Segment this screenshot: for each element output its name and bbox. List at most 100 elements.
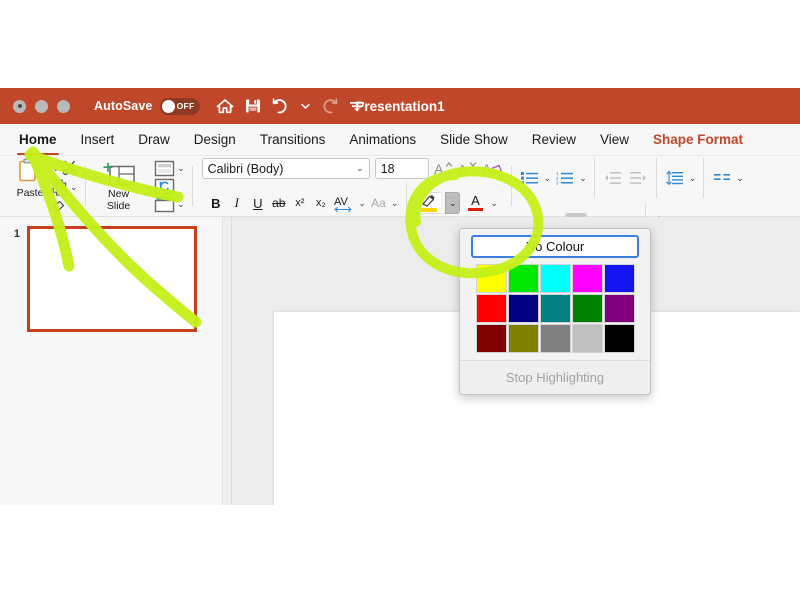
paste-button[interactable]: Paste <box>8 158 52 199</box>
underline-label: U <box>253 195 263 211</box>
tab-review[interactable]: Review <box>520 124 588 155</box>
tab-review-label: Review <box>531 132 576 147</box>
undo-icon[interactable] <box>272 98 290 114</box>
bold-button[interactable]: B <box>207 193 224 213</box>
tab-animations[interactable]: Animations <box>337 124 428 155</box>
swatch-violet[interactable] <box>603 294 635 323</box>
decrease-font-size-icon[interactable]: A <box>458 159 477 179</box>
copy-chevron-down-icon[interactable]: ⌄ <box>70 182 78 193</box>
tab-transitions[interactable]: Transitions <box>248 124 338 155</box>
swatch-gray-50[interactable] <box>539 324 571 353</box>
save-icon[interactable] <box>245 98 261 114</box>
new-slide-button[interactable]: New Slide <box>93 160 145 212</box>
swatch-dark-yellow[interactable] <box>507 324 539 353</box>
panel-divider[interactable] <box>222 217 232 505</box>
autosave-toggle[interactable]: OFF <box>160 97 201 115</box>
customize-toolbar-icon[interactable] <box>349 100 365 112</box>
change-case-chevron-down-icon[interactable]: ⌄ <box>391 198 399 209</box>
font-name-chevron-down-icon[interactable]: ⌄ <box>356 163 364 174</box>
scissors-icon[interactable] <box>62 160 78 176</box>
minimize-button[interactable] <box>35 99 48 113</box>
increase-font-size-icon[interactable]: A <box>434 159 453 179</box>
new-slide-chevron-down-icon[interactable]: ⌄ <box>145 181 153 192</box>
tab-slide-show[interactable]: Slide Show <box>428 124 520 155</box>
font-color-chevron-down-icon[interactable]: ⌄ <box>490 198 498 209</box>
text-highlight-color-button[interactable] <box>415 192 442 214</box>
reset-slide-icon[interactable] <box>154 178 175 195</box>
tab-design[interactable]: Design <box>182 124 248 155</box>
numbered-list-icon[interactable]: 123 <box>554 168 576 189</box>
copy-icon[interactable] <box>52 179 68 196</box>
swatch-black[interactable] <box>603 324 635 353</box>
new-slide-label: New Slide <box>107 188 130 212</box>
paste-label: Paste <box>16 187 44 199</box>
character-spacing-chevron-down-icon[interactable]: ⌄ <box>358 198 366 209</box>
change-case-icon[interactable]: Aa <box>370 193 387 213</box>
ribbon-tab-bar: Home Insert Draw Design Transitions Anim… <box>0 124 800 156</box>
line-spacing-icon[interactable] <box>664 168 686 189</box>
no-colour-button[interactable]: No Colour <box>471 235 639 258</box>
clipboard-mini-buttons: ⌄ ⌄ <box>52 158 78 214</box>
clear-formatting-icon[interactable]: A <box>482 159 504 179</box>
underline-button[interactable]: U <box>249 193 266 213</box>
slide-layout-icon[interactable] <box>154 160 175 177</box>
close-button[interactable] <box>13 99 26 113</box>
swatch-red[interactable] <box>475 294 507 323</box>
numbering-chevron-down-icon[interactable]: ⌄ <box>579 173 587 184</box>
font-group: Calibri (Body) ⌄ 18 A A A B I U ab x² x₂… <box>200 158 504 223</box>
undo-chevron-down-icon[interactable] <box>301 103 311 110</box>
superscript-button[interactable]: x² <box>291 193 308 213</box>
strikethrough-button[interactable]: ab <box>270 193 287 213</box>
swatch-pink[interactable] <box>571 264 603 293</box>
font-color-button[interactable]: A <box>464 192 486 214</box>
swatch-gray-25[interactable] <box>571 324 603 353</box>
paste-chevron-down-icon[interactable]: ⌄ <box>52 163 60 174</box>
tab-slide-show-label: Slide Show <box>440 132 508 147</box>
section-chevron-down-icon[interactable]: ⌄ <box>177 199 185 210</box>
font-size-combobox[interactable]: 18 <box>374 158 429 179</box>
increase-indent-icon[interactable] <box>627 168 649 189</box>
format-painter-icon[interactable] <box>52 199 69 214</box>
bold-label: B <box>211 195 221 211</box>
stop-highlighting-button[interactable]: Stop Highlighting <box>460 360 650 394</box>
tab-draw[interactable]: Draw <box>126 124 182 155</box>
text-highlight-color-chevron-down-icon[interactable]: ⌄ <box>445 192 461 214</box>
decrease-indent-icon[interactable] <box>602 168 624 189</box>
bullets-chevron-down-icon[interactable]: ⌄ <box>544 173 552 184</box>
autosave-state-label: OFF <box>176 101 195 111</box>
columns-icon[interactable] <box>711 168 733 189</box>
color-swatch-grid <box>460 264 650 353</box>
tab-insert[interactable]: Insert <box>69 124 127 155</box>
columns-chevron-down-icon[interactable]: ⌄ <box>736 173 744 184</box>
section-icon[interactable] <box>154 196 175 213</box>
svg-text:A: A <box>482 161 492 177</box>
swatch-blue[interactable] <box>603 264 635 293</box>
swatch-green[interactable] <box>571 294 603 323</box>
subscript-button[interactable]: x₂ <box>312 193 329 213</box>
swatch-yellow[interactable] <box>475 264 507 293</box>
character-spacing-icon[interactable]: AV <box>333 193 354 213</box>
slide-thumbnail-item[interactable]: 1 <box>0 226 222 332</box>
swatch-dark-red[interactable] <box>475 324 507 353</box>
font-name-value: Calibri (Body) <box>207 161 284 176</box>
divider <box>191 166 193 206</box>
swatch-dark-blue[interactable] <box>507 294 539 323</box>
slide-thumbnail-panel[interactable]: 1 <box>0 217 222 505</box>
maximize-button[interactable] <box>57 99 70 113</box>
slide-thumbnail[interactable] <box>27 226 197 332</box>
line-spacing-chevron-down-icon[interactable]: ⌄ <box>689 173 697 184</box>
swatch-bright-green[interactable] <box>507 264 539 293</box>
tab-view[interactable]: View <box>588 124 641 155</box>
swatch-teal[interactable] <box>539 294 571 323</box>
bulleted-list-icon[interactable] <box>519 168 541 189</box>
layout-chevron-down-icon[interactable]: ⌄ <box>177 163 185 174</box>
italic-button[interactable]: I <box>228 193 245 213</box>
tab-home-label: Home <box>19 132 57 147</box>
tab-shape-format[interactable]: Shape Format <box>641 124 755 155</box>
font-name-combobox[interactable]: Calibri (Body) ⌄ <box>201 158 370 179</box>
tab-home[interactable]: Home <box>7 124 69 155</box>
tab-animations-label: Animations <box>349 132 417 147</box>
home-icon[interactable] <box>216 98 234 114</box>
paragraph-group: ⌄ 123 ⌄ ⌄ ⌄ <box>519 158 744 243</box>
swatch-turquoise[interactable] <box>539 264 571 293</box>
